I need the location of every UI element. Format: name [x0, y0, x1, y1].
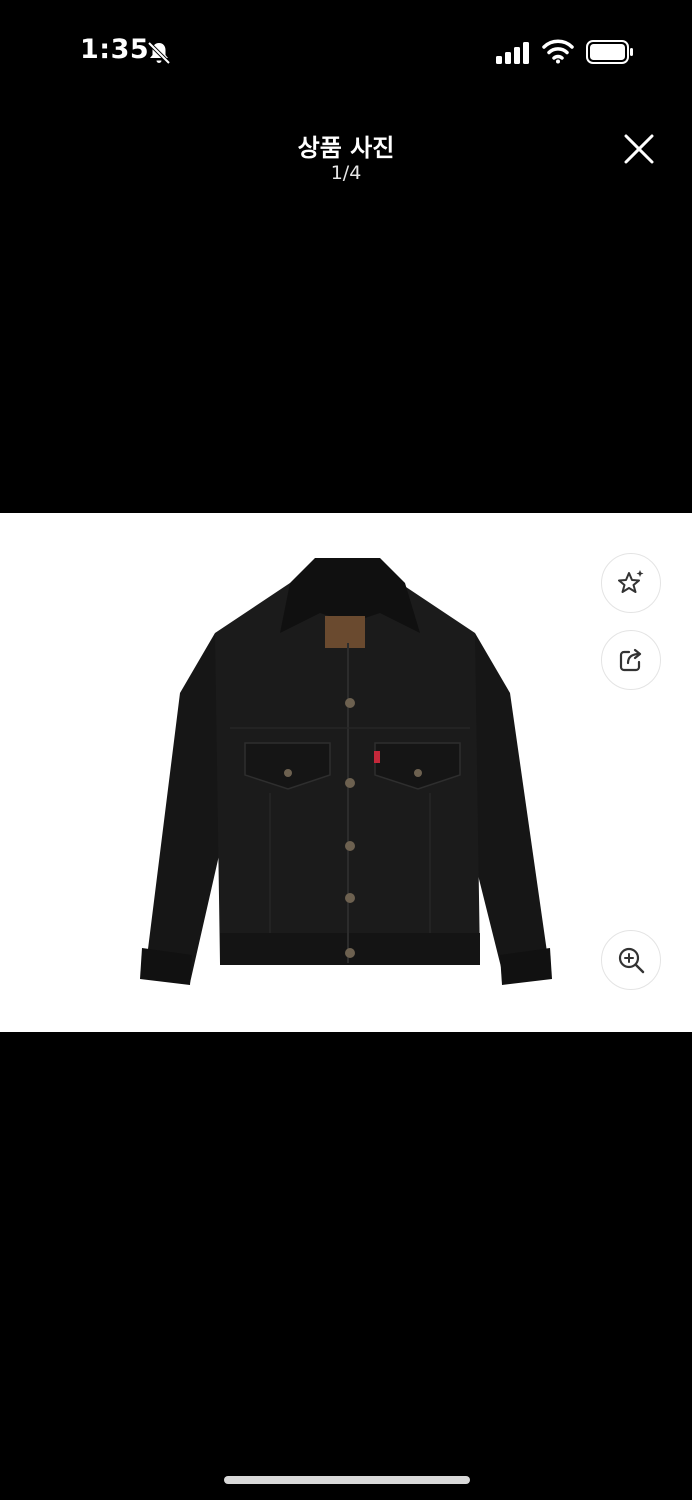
zoom-button[interactable] [601, 930, 661, 990]
close-button[interactable] [618, 128, 660, 170]
bell-slash-icon [147, 41, 171, 65]
product-photo-denim-jacket [140, 558, 552, 985]
share-button[interactable] [601, 630, 661, 690]
wifi-icon [542, 39, 574, 64]
favorite-button[interactable] [601, 553, 661, 613]
battery-icon [586, 40, 633, 64]
star-sparkle-icon [618, 570, 644, 593]
image-counter: 1/4 [330, 162, 362, 184]
status-time: 1:35 [80, 34, 150, 65]
viewer-header: 상품 사진 1/4 [0, 110, 692, 200]
home-indicator[interactable] [224, 1476, 470, 1484]
status-bar: 1:35 [0, 0, 692, 100]
zoom-in-icon [618, 947, 645, 974]
cellular-signal-icon [496, 42, 529, 64]
share-icon [619, 648, 642, 672]
close-icon [624, 134, 654, 164]
page-title: 상품 사진 [297, 134, 395, 162]
image-viewer[interactable] [0, 513, 692, 1032]
